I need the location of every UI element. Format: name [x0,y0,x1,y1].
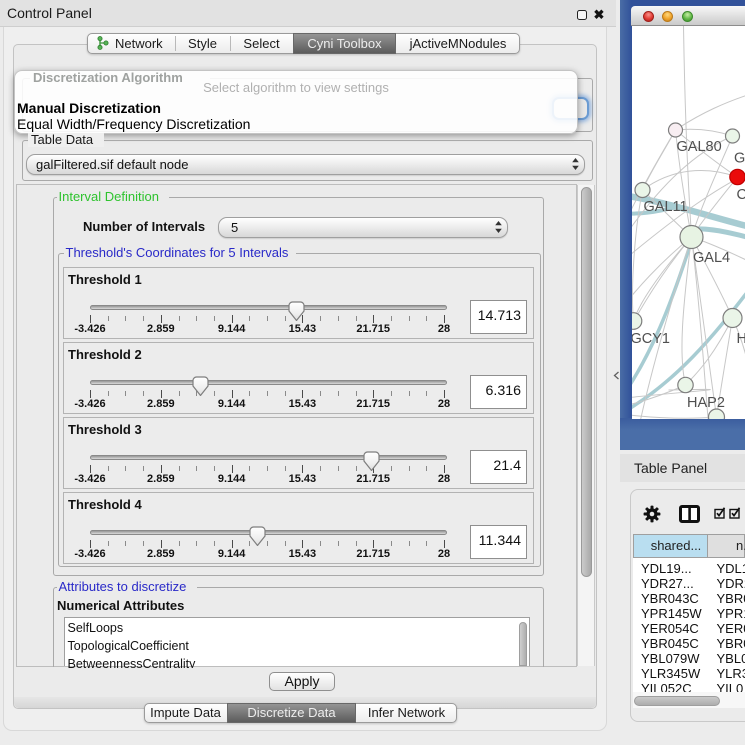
svg-text:GA: GA [734,151,745,167]
svg-text:HAP2: HAP2 [687,395,725,411]
svg-text:H: H [736,331,745,347]
svg-text:GAL11: GAL11 [643,199,687,215]
svg-text:GAL80: GAL80 [676,139,721,155]
svg-text:GCY1: GCY1 [632,331,670,347]
svg-text:GAL4: GAL4 [693,250,730,266]
svg-text:C: C [736,187,745,203]
